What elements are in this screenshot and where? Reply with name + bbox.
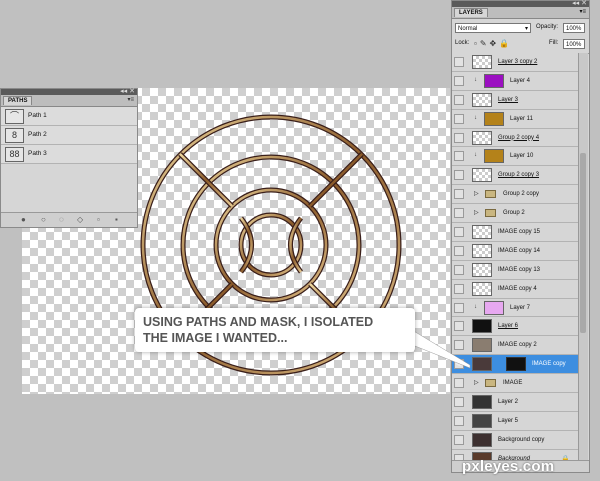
annotation-callout: USING PATHS AND MASK, I ISOLATED THE IMA… — [135, 308, 415, 352]
watermark-logo: pxleyes.com — [462, 458, 555, 475]
callout-pointer — [394, 329, 471, 369]
callout-line-1: USING PATHS AND MASK, I ISOLATED — [143, 315, 374, 329]
callout-line-2: THE IMAGE I WANTED... — [143, 331, 288, 345]
